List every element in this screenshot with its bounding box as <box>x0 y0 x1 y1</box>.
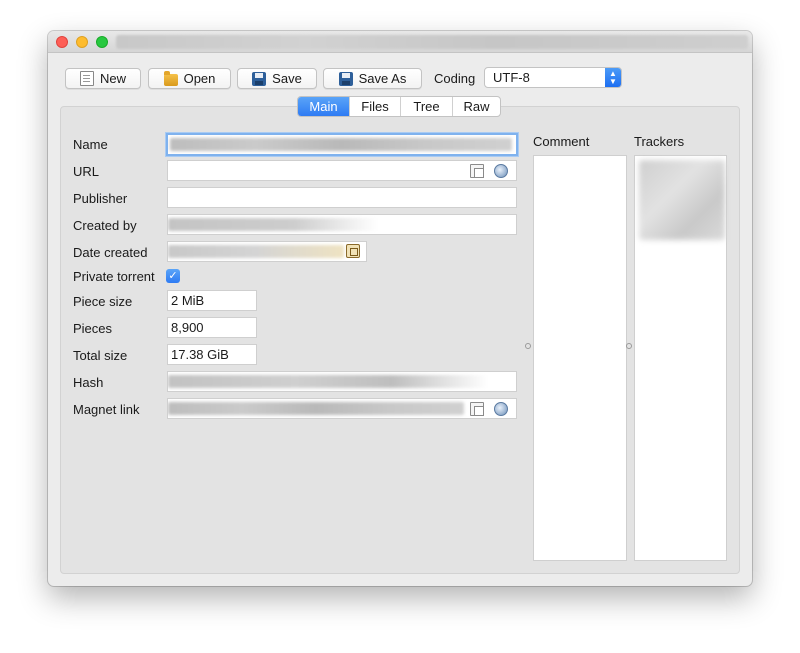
folder-icon <box>163 70 178 86</box>
date-created-label: Date created <box>73 245 148 260</box>
total-size-value: 17.38 GiB <box>171 347 229 362</box>
floppy-disk-icon <box>338 71 353 86</box>
save-as-button-label: Save As <box>358 71 407 86</box>
name-value-redacted <box>170 138 512 151</box>
hash-field[interactable] <box>167 371 517 392</box>
private-torrent-checkbox[interactable]: ✓ <box>166 269 180 283</box>
globe-icon[interactable] <box>494 402 508 416</box>
new-button-label: New <box>99 71 126 86</box>
name-field[interactable] <box>166 133 518 156</box>
globe-icon[interactable] <box>494 164 508 178</box>
close-window-button[interactable] <box>56 36 68 48</box>
tab-tree[interactable]: Tree <box>400 97 452 116</box>
window-title-redacted <box>116 35 748 49</box>
pieces-label: Pieces <box>73 321 113 336</box>
main-window: New Open Save Save As Coding UTF-8 ▲ ▼ Ma… <box>48 31 752 586</box>
date-created-field[interactable] <box>167 241 367 262</box>
save-as-button[interactable]: Save As <box>323 68 422 89</box>
created-by-label: Created by <box>73 218 137 233</box>
new-document-icon <box>79 71 94 86</box>
magnet-link-label: Magnet link <box>73 402 140 417</box>
save-button-label: Save <box>272 71 302 86</box>
trackers-value-redacted <box>639 160 725 240</box>
hash-label: Hash <box>73 375 104 390</box>
chevron-up-down-icon: ▲ ▼ <box>605 68 621 87</box>
new-button[interactable]: New <box>65 68 141 89</box>
name-label: Name <box>73 137 108 152</box>
trackers-label: Trackers <box>634 134 685 149</box>
publisher-field[interactable] <box>167 187 517 208</box>
created-by-field[interactable] <box>167 214 517 235</box>
maximize-window-button[interactable] <box>96 36 108 48</box>
comment-label: Comment <box>533 134 590 149</box>
title-bar[interactable] <box>48 31 752 53</box>
tab-files[interactable]: Files <box>349 97 400 116</box>
private-torrent-label: Private torrent <box>73 269 155 284</box>
floppy-disk-icon <box>252 71 267 86</box>
pieces-value: 8,900 <box>171 320 204 335</box>
open-button-label: Open <box>183 71 216 86</box>
hash-value-redacted <box>168 375 488 388</box>
total-size-field[interactable]: 17.38 GiB <box>167 344 257 365</box>
save-button[interactable]: Save <box>237 68 317 89</box>
coding-value: UTF-8 <box>493 70 530 85</box>
splitter-handle[interactable] <box>626 343 632 349</box>
created-by-value-redacted <box>168 218 378 231</box>
comment-textarea[interactable] <box>533 155 627 561</box>
open-button[interactable]: Open <box>148 68 231 89</box>
piece-size-value: 2 MiB <box>171 293 205 308</box>
piece-size-label: Piece size <box>73 294 133 309</box>
splitter-handle[interactable] <box>525 343 531 349</box>
copy-icon[interactable] <box>470 402 484 416</box>
calendar-icon[interactable] <box>346 244 360 258</box>
tab-raw[interactable]: Raw <box>452 97 500 116</box>
publisher-label: Publisher <box>73 191 128 206</box>
magnet-link-field[interactable] <box>167 398 517 419</box>
coding-label: Coding <box>434 71 476 86</box>
tab-main[interactable]: Main <box>298 97 349 116</box>
pieces-field[interactable]: 8,900 <box>167 317 257 338</box>
date-created-value-redacted <box>168 245 344 258</box>
tab-bar: Main Files Tree Raw <box>297 96 501 117</box>
coding-select[interactable]: UTF-8 ▲ ▼ <box>484 67 622 88</box>
total-size-label: Total size <box>73 348 128 363</box>
minimize-window-button[interactable] <box>76 36 88 48</box>
trackers-textarea[interactable] <box>634 155 727 561</box>
magnet-link-value-redacted <box>168 402 464 415</box>
copy-icon[interactable] <box>470 164 484 178</box>
piece-size-field[interactable]: 2 MiB <box>167 290 257 311</box>
url-field[interactable] <box>167 160 517 181</box>
url-label: URL <box>73 164 100 179</box>
